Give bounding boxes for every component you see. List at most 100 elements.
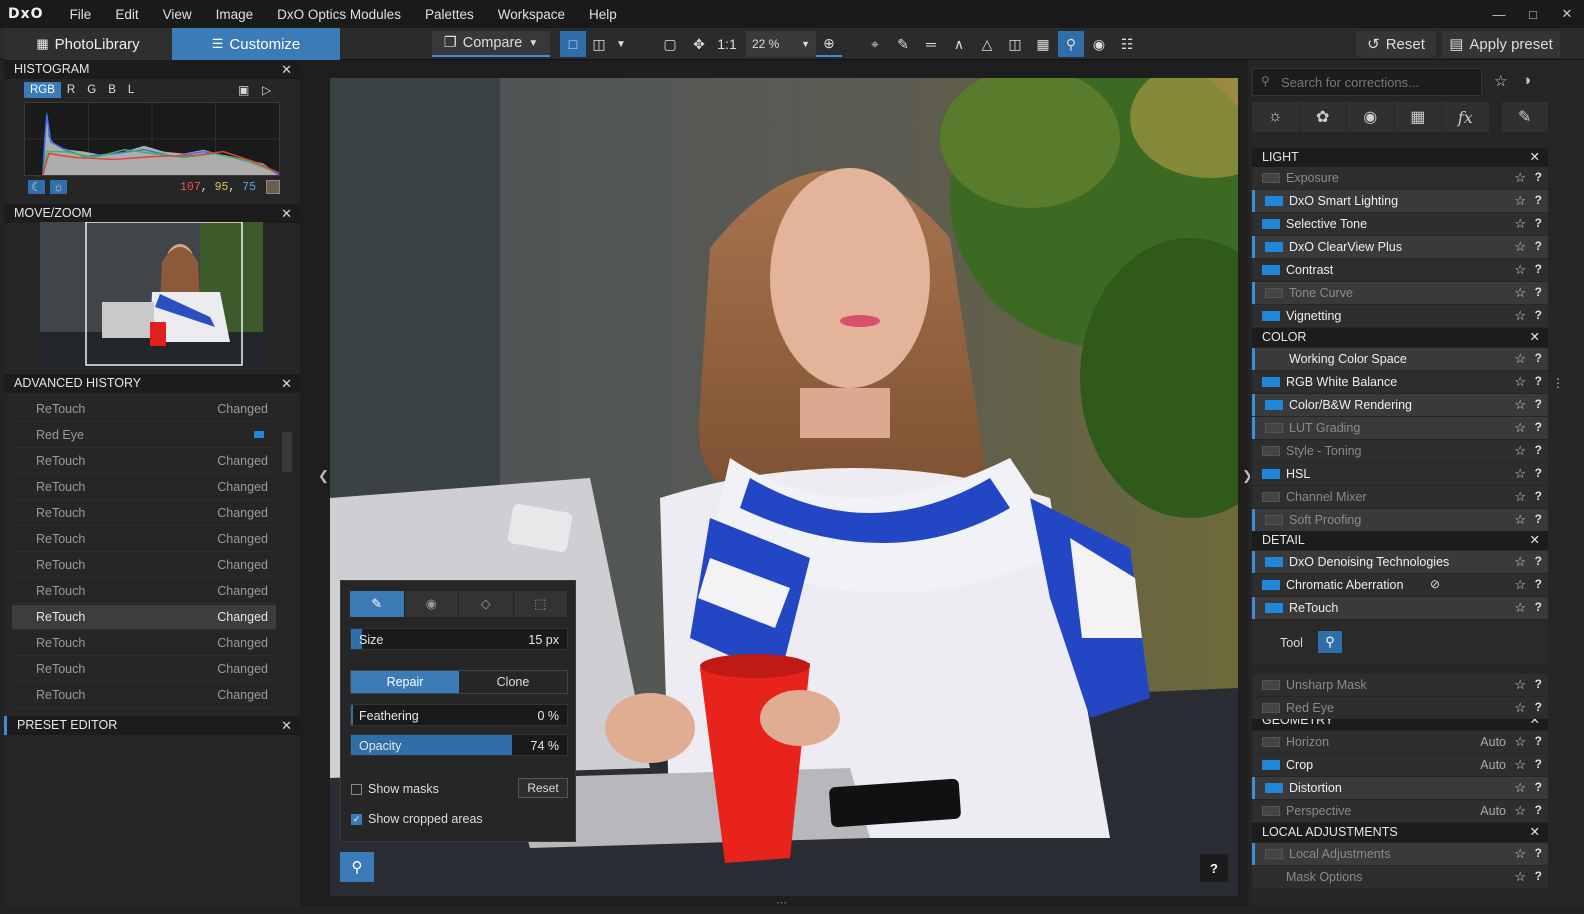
horizon-icon[interactable]: ═: [918, 31, 944, 57]
correction-toggle[interactable]: [1262, 703, 1280, 713]
opacity-slider[interactable]: Opacity 74 %: [350, 734, 568, 756]
help-icon[interactable]: ?: [1535, 262, 1542, 276]
menu-edit[interactable]: Edit: [103, 7, 150, 22]
eraser-icon[interactable]: ◇: [459, 591, 514, 617]
menu-file[interactable]: File: [58, 7, 104, 22]
local-adjust-icon[interactable]: ◫: [1002, 31, 1028, 57]
correction-toggle[interactable]: [1262, 377, 1280, 387]
correction-row[interactable]: Selective Tone ☆?: [1252, 213, 1548, 235]
correction-row[interactable]: HSL ☆?: [1252, 463, 1548, 485]
correction-toggle[interactable]: [1262, 806, 1280, 816]
star-icon[interactable]: ☆: [1514, 512, 1526, 528]
correction-toggle[interactable]: [1265, 196, 1283, 206]
tab-photolibrary[interactable]: ▦ PhotoLibrary: [4, 28, 172, 60]
retouch-reset-button[interactable]: Reset: [518, 778, 568, 798]
history-row[interactable]: ReTouch Changed: [12, 397, 276, 422]
retouch-tool-icon[interactable]: ⚲: [1058, 31, 1084, 57]
monitor-icon[interactable]: ▣: [238, 83, 249, 97]
collapse-left-icon[interactable]: ❮: [318, 468, 329, 484]
star-icon[interactable]: ☆: [1514, 216, 1526, 232]
star-icon[interactable]: ☆: [1514, 466, 1526, 482]
correction-toggle[interactable]: [1262, 265, 1280, 275]
help-icon[interactable]: ?: [1535, 397, 1542, 411]
eyedropper-icon[interactable]: ✎: [890, 31, 916, 57]
section-header[interactable]: COLOR ✕: [1252, 328, 1548, 347]
correction-toggle[interactable]: [1262, 219, 1280, 229]
correction-toggle[interactable]: [1262, 173, 1280, 183]
help-icon[interactable]: ?: [1535, 443, 1542, 457]
menu-help[interactable]: Help: [577, 7, 629, 22]
star-icon[interactable]: ☆: [1514, 846, 1526, 862]
correction-row[interactable]: DxO Smart Lighting ☆?: [1252, 190, 1548, 212]
compare-button[interactable]: ❐ Compare ▼: [432, 31, 550, 57]
star-icon[interactable]: ☆: [1514, 780, 1526, 796]
correction-row[interactable]: Contrast ☆?: [1252, 259, 1548, 281]
star-icon[interactable]: ☆: [1514, 239, 1526, 255]
move-icon[interactable]: ✥: [686, 31, 712, 57]
correction-row[interactable]: Soft Proofing ☆?: [1252, 509, 1548, 531]
help-icon[interactable]: ?: [1535, 554, 1542, 568]
star-icon[interactable]: ☆: [1514, 677, 1526, 693]
correction-toggle[interactable]: [1265, 423, 1283, 433]
correction-row[interactable]: Red Eye ☆?: [1252, 697, 1548, 719]
star-icon[interactable]: ☆: [1514, 374, 1526, 390]
help-icon[interactable]: ?: [1535, 700, 1542, 714]
fit-screen-icon[interactable]: ▢: [657, 31, 683, 57]
tab-customize[interactable]: ☰ Customize: [172, 28, 340, 60]
correction-row[interactable]: Channel Mixer ☆?: [1252, 486, 1548, 508]
history-row[interactable]: ReTouch Changed: [12, 553, 276, 578]
correction-row[interactable]: Tone Curve ☆?: [1252, 282, 1548, 304]
history-row[interactable]: ReTouch Changed: [12, 579, 276, 604]
help-icon[interactable]: ?: [1535, 489, 1542, 503]
correction-toggle[interactable]: [1262, 469, 1280, 479]
star-icon[interactable]: ☆: [1514, 869, 1526, 885]
correction-toggle[interactable]: [1262, 760, 1280, 770]
correction-toggle[interactable]: [1265, 515, 1283, 525]
menu-image[interactable]: Image: [204, 7, 266, 22]
star-icon[interactable]: ☆: [1514, 420, 1526, 436]
close-icon[interactable]: ✕: [281, 716, 292, 735]
correction-toggle[interactable]: [1265, 400, 1283, 410]
help-icon[interactable]: ?: [1535, 308, 1542, 322]
history-row[interactable]: ReTouch Changed: [12, 449, 276, 474]
correction-row[interactable]: Style - Toning ☆?: [1252, 440, 1548, 462]
correction-row[interactable]: Chromatic Aberration ☆?: [1252, 574, 1548, 596]
star-icon[interactable]: ☆: [1514, 734, 1526, 750]
correction-toggle[interactable]: [1262, 737, 1280, 747]
close-icon[interactable]: ✕: [1530, 148, 1540, 167]
section-header[interactable]: LOCAL ADJUSTMENTS ✕: [1252, 823, 1548, 842]
grid-overlay-icon[interactable]: ▦: [1030, 31, 1056, 57]
help-icon[interactable]: ?: [1535, 780, 1542, 794]
view-menu-chevron-icon[interactable]: ▼: [614, 31, 628, 57]
correction-row[interactable]: Color/B&W Rendering ☆?: [1252, 394, 1548, 416]
history-row[interactable]: ReTouch Changed: [12, 501, 276, 526]
star-icon[interactable]: ☆: [1514, 285, 1526, 301]
history-row[interactable]: ReTouch Changed: [12, 527, 276, 552]
favorites-star-icon[interactable]: ☆: [1494, 72, 1507, 90]
effects-tab-icon[interactable]: fx: [1442, 102, 1489, 132]
close-icon[interactable]: ✕: [1530, 823, 1540, 842]
visibility-off-icon[interactable]: ⊘: [1430, 577, 1440, 591]
detail-tab-icon[interactable]: ◉: [1347, 102, 1394, 132]
history-row[interactable]: ReTouch Changed: [12, 631, 276, 656]
correction-row[interactable]: Vignetting ☆?: [1252, 305, 1548, 327]
show-cropped-checkbox[interactable]: ✓ Show cropped areas: [351, 812, 483, 826]
correction-toggle[interactable]: [1262, 492, 1280, 502]
menu-optics-modules[interactable]: DxO Optics Modules: [265, 7, 413, 22]
correction-toggle[interactable]: [1265, 242, 1283, 252]
show-masks-checkbox[interactable]: Show masks: [351, 782, 439, 796]
help-icon[interactable]: ?: [1535, 600, 1542, 614]
help-icon[interactable]: ?: [1535, 216, 1542, 230]
star-icon[interactable]: ☆: [1514, 554, 1526, 570]
correction-row[interactable]: Local Adjustments ☆?: [1252, 843, 1548, 865]
light-tab-icon[interactable]: ☼: [1252, 102, 1299, 132]
menu-workspace[interactable]: Workspace: [486, 7, 577, 22]
crop-icon[interactable]: ⌖: [862, 31, 888, 57]
toggle-icon[interactable]: ◑: [1522, 72, 1531, 89]
star-icon[interactable]: ☆: [1514, 193, 1526, 209]
star-icon[interactable]: ☆: [1514, 262, 1526, 278]
hist-tab-b[interactable]: B: [102, 82, 122, 98]
correction-row[interactable]: LUT Grading ☆?: [1252, 417, 1548, 439]
star-icon[interactable]: ☆: [1514, 170, 1526, 186]
help-icon[interactable]: ?: [1535, 846, 1542, 860]
